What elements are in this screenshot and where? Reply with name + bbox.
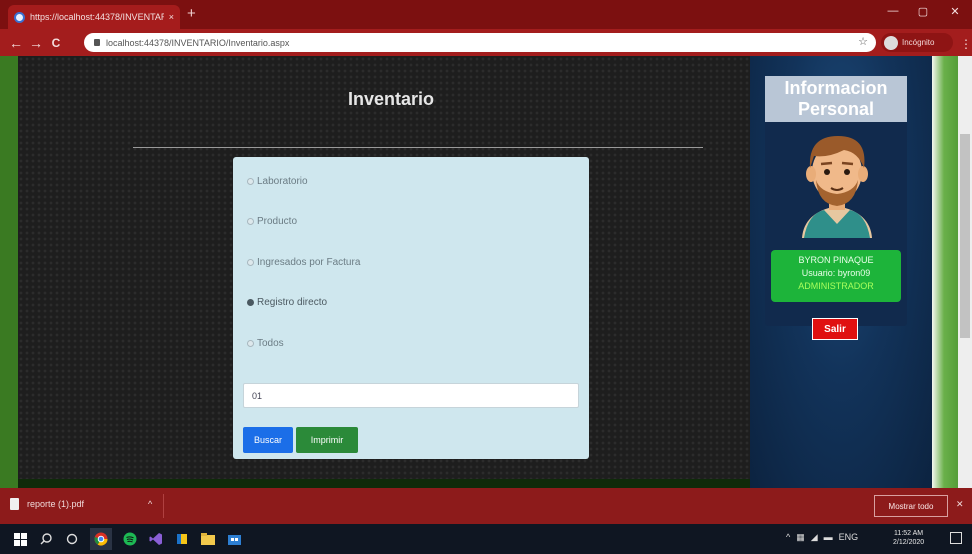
download-file-name: reporte (1).pdf bbox=[27, 499, 85, 509]
radio-laboratorio[interactable] bbox=[247, 178, 254, 185]
page-viewport: Inventario Laboratorio Producto Ingresad… bbox=[0, 56, 972, 488]
window-controls: — ▢ ✕ bbox=[878, 0, 972, 22]
url-text: localhost:44378/INVENTARIO/Inventario.as… bbox=[106, 37, 290, 48]
chevron-up-icon[interactable]: ^ bbox=[148, 499, 152, 509]
profile-label: Incógnito bbox=[902, 38, 935, 47]
sticky-notes-icon[interactable] bbox=[174, 531, 190, 547]
address-bar[interactable]: localhost:44378/INVENTARIO/Inventario.as… bbox=[84, 33, 876, 52]
forward-arrow-icon[interactable]: → bbox=[26, 35, 46, 51]
language-indicator[interactable]: ENG bbox=[839, 532, 859, 543]
sidebar-title: Informacion Personal bbox=[765, 76, 907, 122]
profile-button[interactable]: Incógnito bbox=[881, 33, 953, 52]
divider bbox=[133, 147, 703, 148]
close-downloads-icon[interactable]: ✕ bbox=[956, 499, 964, 510]
bookmark-star-icon[interactable]: ☆ bbox=[858, 35, 868, 48]
buscar-button[interactable]: Buscar bbox=[243, 427, 293, 453]
back-arrow-icon[interactable]: ← bbox=[6, 35, 26, 51]
spotify-icon[interactable] bbox=[122, 531, 138, 547]
vertical-scrollbar[interactable] bbox=[958, 56, 972, 488]
browser-tab-bar: https://localhost:44378/INVENTARIO/ × + … bbox=[0, 0, 972, 29]
option-label: Laboratorio bbox=[257, 176, 308, 187]
battery-icon[interactable]: ▬ bbox=[824, 532, 833, 543]
show-all-button[interactable]: Mostrar todo bbox=[874, 495, 948, 517]
pdf-file-icon bbox=[10, 498, 19, 510]
page-title: Inventario bbox=[348, 89, 435, 109]
menu-dots-icon[interactable]: ⋮ bbox=[960, 37, 972, 51]
file-explorer-icon[interactable] bbox=[200, 531, 216, 547]
option-registro-directo[interactable]: Registro directo bbox=[247, 297, 327, 308]
user-card: Informacion Personal BYRON PINAQUE Usuar… bbox=[765, 76, 907, 326]
search-icon[interactable] bbox=[38, 531, 54, 547]
browser-toolbar: ← → C localhost:44378/INVENTARIO/Inventa… bbox=[0, 29, 972, 56]
horizontal-scrollbar-track bbox=[18, 479, 750, 488]
option-producto[interactable]: Producto bbox=[247, 216, 297, 227]
lock-icon bbox=[94, 39, 100, 46]
search-input[interactable] bbox=[243, 383, 579, 408]
imprimir-button[interactable]: Imprimir bbox=[296, 427, 358, 453]
content-area: Inventario Laboratorio Producto Ingresad… bbox=[18, 56, 750, 479]
windows-start-icon[interactable] bbox=[12, 531, 28, 547]
network-icon[interactable]: ▦ bbox=[796, 532, 805, 543]
divider bbox=[163, 494, 164, 518]
browser-tab[interactable]: https://localhost:44378/INVENTARIO/ × bbox=[8, 5, 180, 29]
notification-center-icon[interactable] bbox=[950, 532, 962, 544]
username-label: Usuario: byron09 bbox=[801, 268, 871, 278]
option-label: Ingresados por Factura bbox=[257, 257, 361, 268]
radio-ingresados-factura[interactable] bbox=[247, 259, 254, 266]
user-name: BYRON PINAQUE bbox=[798, 255, 874, 265]
volume-icon[interactable]: ◢ bbox=[811, 532, 818, 543]
chevron-up-icon[interactable]: ^ bbox=[786, 532, 790, 543]
close-window-button[interactable]: ✕ bbox=[938, 0, 972, 22]
clock-time: 11:52 AM bbox=[894, 530, 924, 537]
download-item[interactable]: reporte (1).pdf bbox=[10, 498, 84, 510]
option-todos[interactable]: Todos bbox=[247, 338, 284, 349]
chrome-taskbar-icon[interactable] bbox=[90, 528, 112, 550]
radio-todos[interactable] bbox=[247, 340, 254, 347]
option-label: Producto bbox=[257, 216, 298, 227]
user-sidebar: Informacion Personal BYRON PINAQUE Usuar… bbox=[750, 56, 932, 488]
option-label: Todos bbox=[257, 338, 284, 349]
maximize-button[interactable]: ▢ bbox=[908, 0, 938, 22]
system-tray[interactable]: ^ ▦ ◢ ▬ ENG bbox=[786, 532, 858, 543]
clock-date: 2/12/2020 bbox=[893, 539, 925, 546]
option-laboratorio[interactable]: Laboratorio bbox=[247, 176, 308, 187]
user-info-box: BYRON PINAQUE Usuario: byron09 ADMINISTR… bbox=[771, 250, 901, 302]
tab-title: https://localhost:44378/INVENTARIO/ bbox=[30, 12, 164, 22]
option-ingresados-factura[interactable]: Ingresados por Factura bbox=[247, 257, 360, 268]
scrollbar-thumb[interactable] bbox=[960, 134, 970, 338]
radio-producto[interactable] bbox=[247, 218, 254, 225]
salir-button[interactable]: Salir bbox=[812, 318, 858, 340]
store-icon[interactable] bbox=[226, 531, 242, 547]
visual-studio-icon[interactable] bbox=[148, 531, 164, 547]
option-label: Registro directo bbox=[257, 297, 328, 308]
downloads-bar: reporte (1).pdf ^ Mostrar todo ✕ bbox=[0, 488, 972, 524]
reload-icon[interactable]: C bbox=[46, 36, 66, 50]
taskbar: ^ ▦ ◢ ▬ ENG 11:52 AM 2/12/2020 bbox=[0, 524, 972, 554]
minimize-button[interactable]: — bbox=[878, 0, 908, 22]
new-tab-button[interactable]: + bbox=[187, 6, 196, 21]
cortana-icon[interactable] bbox=[64, 531, 80, 547]
tab-close-icon[interactable]: × bbox=[169, 12, 174, 22]
incognito-icon bbox=[884, 35, 898, 50]
user-avatar-icon bbox=[802, 136, 872, 238]
role-label: ADMINISTRADOR bbox=[798, 281, 874, 291]
globe-icon bbox=[14, 11, 25, 23]
taskbar-clock[interactable]: 11:52 AM 2/12/2020 bbox=[893, 529, 924, 547]
filter-panel: Laboratorio Producto Ingresados por Fact… bbox=[233, 157, 589, 459]
radio-registro-directo[interactable] bbox=[247, 299, 254, 306]
